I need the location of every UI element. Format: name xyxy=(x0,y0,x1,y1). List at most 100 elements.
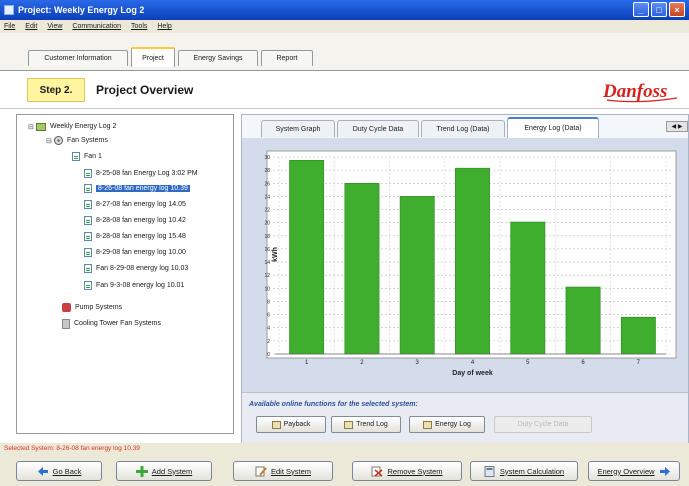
tab-scroll-arrows[interactable]: ◀ ▶ xyxy=(666,121,688,132)
menu-view[interactable]: View xyxy=(47,23,62,30)
tab-customer-information[interactable]: Customer Information xyxy=(28,50,128,66)
y-tick-label: 10 xyxy=(264,286,270,292)
y-tick-label: 4 xyxy=(267,326,270,332)
tab-project[interactable]: Project xyxy=(131,47,175,67)
y-axis-label: kWh xyxy=(272,247,279,262)
x-tick-label: 5 xyxy=(526,360,530,366)
y-tick-label: 6 xyxy=(267,313,270,319)
tree-log-item[interactable]: 8-25-08 fan Energy Log 3:02 PM xyxy=(84,168,198,179)
tab-energy-log-data[interactable]: Energy Log (Data) xyxy=(507,117,599,138)
tab-system-graph[interactable]: System Graph xyxy=(261,120,335,137)
add-icon xyxy=(135,465,148,477)
y-tick-label: 22 xyxy=(264,208,270,214)
tree-fan-1[interactable]: Fan 1 xyxy=(72,151,102,162)
x-tick-label: 7 xyxy=(637,360,641,366)
tree-log-item-selected[interactable]: 8-26-08 fan energy log 10.39 xyxy=(84,183,190,194)
energy-overview-button[interactable]: Energy Overview xyxy=(588,461,680,481)
tree-log-item[interactable]: 8-27-08 fan energy log 14.05 xyxy=(84,199,186,210)
tree-fan-systems[interactable]: ⊟ Fan Systems xyxy=(46,135,108,146)
window-controls: _ □ × xyxy=(633,2,685,17)
status-line: Selected System: 8-26-08 fan energy log … xyxy=(0,443,689,455)
payback-button[interactable]: Payback xyxy=(256,416,326,433)
remove-system-button[interactable]: Remove System xyxy=(352,461,462,481)
tab-energy-savings[interactable]: Energy Savings xyxy=(178,50,258,66)
bar xyxy=(565,286,601,355)
bottom-toolbar: Go Back Add System Edit System Remove Sy… xyxy=(0,455,689,486)
project-icon xyxy=(36,122,46,131)
bar-chart: 0246810121416182022242628301 2 3 4 5 6 7Day of… xyxy=(264,150,677,377)
tree-log-item[interactable]: 8-29-08 fan energy log 10.00 xyxy=(84,247,186,258)
y-tick-label: 24 xyxy=(264,194,270,200)
document-icon xyxy=(84,248,92,257)
page-title: Project Overview xyxy=(96,83,194,97)
tab-duty-cycle-data[interactable]: Duty Cycle Data xyxy=(337,120,419,137)
forward-arrow-icon xyxy=(659,466,670,476)
window-title: Project: Weekly Energy Log 2 xyxy=(18,5,145,15)
document-icon xyxy=(84,264,92,273)
title-bar: Project: Weekly Energy Log 2 _ □ × xyxy=(0,0,689,20)
energy-log-icon xyxy=(423,420,433,429)
fan-icon xyxy=(54,136,63,145)
back-arrow-icon xyxy=(37,466,48,476)
tree-expander-icon[interactable]: ⊟ xyxy=(46,137,54,145)
edit-system-button[interactable]: Edit System xyxy=(233,461,333,481)
duty-cycle-button[interactable]: Duty Cycle Data xyxy=(494,416,592,433)
tab-trend-log-data[interactable]: Trend Log (Data) xyxy=(421,120,505,137)
tree-log-item[interactable]: Fan 9-3-08 energy log 10.01 xyxy=(84,280,184,291)
y-tick-label: 2 xyxy=(267,339,270,345)
tab-report[interactable]: Report xyxy=(261,50,313,66)
close-button[interactable]: × xyxy=(669,2,685,17)
y-tick-label: 30 xyxy=(264,155,270,161)
x-tick-label: 6 xyxy=(581,360,585,366)
x-tick-label: 1 xyxy=(305,360,309,366)
edit-icon xyxy=(255,466,267,476)
document-icon xyxy=(72,152,80,161)
x-tick-label: 4 xyxy=(471,360,475,366)
y-tick-label: 18 xyxy=(264,234,270,240)
document-icon xyxy=(84,281,92,290)
system-calculation-button[interactable]: System Calculation xyxy=(470,461,578,481)
maximize-button[interactable]: □ xyxy=(651,2,667,17)
menu-file[interactable]: File xyxy=(4,23,15,30)
svg-text:Danfoss: Danfoss xyxy=(602,81,667,102)
document-icon xyxy=(84,200,92,209)
energy-log-button[interactable]: Energy Log xyxy=(409,416,485,433)
document-icon xyxy=(84,216,92,225)
x-tick-label: 3 xyxy=(416,360,420,366)
y-tick-label: 20 xyxy=(264,221,270,227)
main-tab-strip: Customer Information Project Energy Savi… xyxy=(0,33,689,71)
payback-icon xyxy=(271,420,281,429)
x-axis-label: Day of week xyxy=(452,370,493,377)
step-header: Step 2. Project Overview Danfoss xyxy=(0,71,689,109)
tree-pump-systems[interactable]: Pump Systems xyxy=(62,302,122,313)
x-tick-label: 2 xyxy=(360,360,364,366)
y-tick-label: 8 xyxy=(267,299,270,305)
cooling-tower-icon xyxy=(62,318,70,329)
menu-help[interactable]: Help xyxy=(157,23,171,30)
tree-cooling-tower[interactable]: Cooling Tower Fan Systems xyxy=(62,318,161,329)
add-system-button[interactable]: Add System xyxy=(116,461,212,481)
bar xyxy=(620,316,656,355)
remove-icon xyxy=(371,466,383,477)
minimize-button[interactable]: _ xyxy=(633,2,649,17)
menu-tools[interactable]: Tools xyxy=(131,23,147,30)
y-tick-label: 0 xyxy=(267,352,270,358)
menu-bar: File Edit View Communication Tools Help xyxy=(0,20,689,33)
tree-log-item[interactable]: Fan 8-29-08 energy log 10.03 xyxy=(84,263,188,274)
go-back-button[interactable]: Go Back xyxy=(16,461,102,481)
tree-log-item[interactable]: 8-28-08 fan energy log 10.42 xyxy=(84,215,186,226)
menu-communication[interactable]: Communication xyxy=(72,23,121,30)
y-tick-label: 12 xyxy=(264,273,270,279)
trend-log-button[interactable]: Trend Log xyxy=(331,416,401,433)
tree-root[interactable]: ⊟ Weekly Energy Log 2 xyxy=(28,121,116,132)
trend-log-icon xyxy=(344,420,354,429)
system-tree[interactable] xyxy=(16,114,234,434)
bar xyxy=(289,159,325,355)
tree-log-item[interactable]: 8-28-08 fan energy log 15.48 xyxy=(84,231,186,242)
y-tick-label: 14 xyxy=(264,260,270,266)
tree-expander-icon[interactable]: ⊟ xyxy=(28,123,36,131)
y-tick-label: 16 xyxy=(264,247,270,253)
menu-edit[interactable]: Edit xyxy=(25,23,37,30)
online-functions-title: Available online functions for the selec… xyxy=(249,401,418,408)
app-icon xyxy=(4,5,14,15)
